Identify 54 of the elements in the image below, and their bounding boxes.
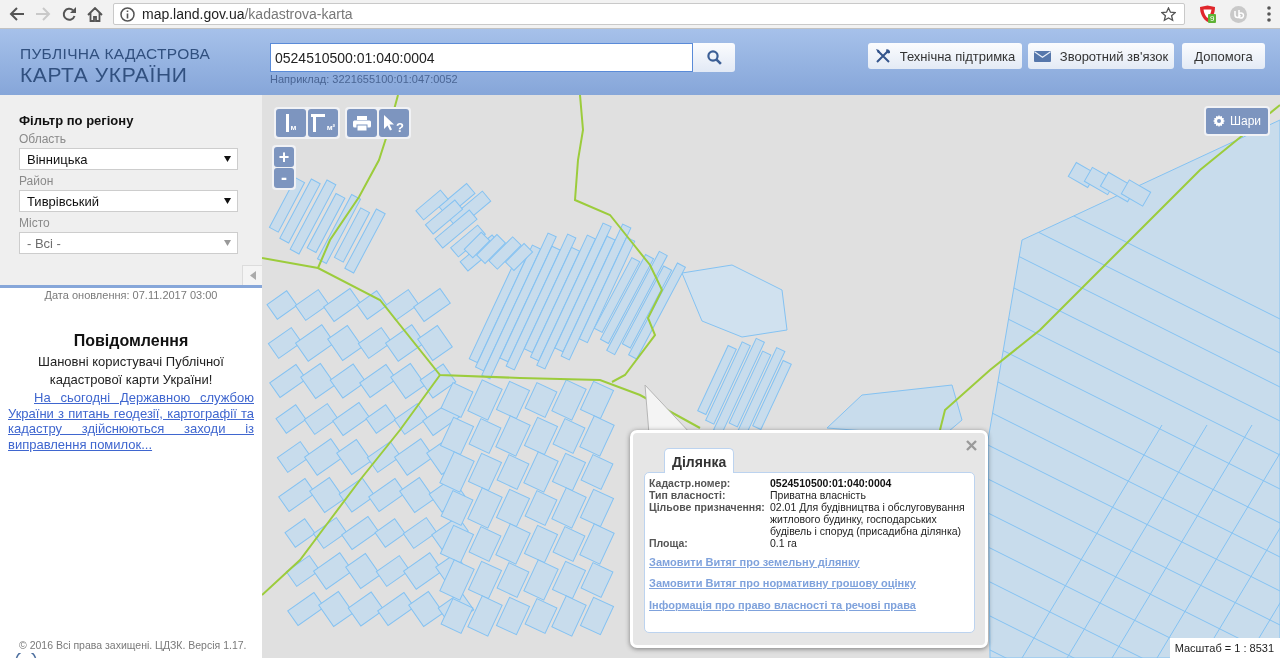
region-select[interactable]: Вінницька: [19, 148, 238, 170]
search-hint: Наприклад: 3221655100:01:047:0052: [270, 73, 459, 86]
back-arrow-icon: [9, 7, 25, 21]
help-button[interactable]: Допомога: [1182, 43, 1265, 69]
reload-icon: [61, 6, 77, 22]
parcel-attribute: Площа: 0.1 га: [649, 537, 798, 549]
t-bar-icon: [310, 114, 325, 132]
region-select[interactable]: Тиврівський: [19, 190, 238, 212]
parcel-attribute: Тип власності: Приватна власність: [649, 489, 867, 501]
url-text: map.land.gov.ua/kadastrova-karta: [142, 6, 353, 22]
zoom-in-button[interactable]: +: [274, 147, 294, 167]
parcel-attribute: Цільове призначення: 02.01 Для будівництва і обслуговування житлового будинку, господарських будівель і споруд (присадибна ділянка): [649, 501, 966, 537]
caret-down-icon: [224, 240, 231, 246]
feedback-button[interactable]: Зворотний зв'язок: [1028, 43, 1174, 69]
layers-button[interactable]: Шари: [1204, 106, 1270, 136]
info-icon: [120, 6, 135, 22]
envelope-icon: [1033, 50, 1051, 62]
copyright-text: © 2016 Всі права захищені. ЦДЗК. Версія 1.17.: [18, 639, 248, 652]
print-button[interactable]: [347, 109, 377, 137]
popup-tab[interactable]: Ділянка: [664, 448, 735, 473]
crossed-tools-icon: [874, 48, 891, 64]
notice-title: Повідомлення: [72, 331, 190, 351]
parcel-attribute: Кадастр.номер: 0524510500:01:040:0004: [649, 477, 893, 489]
caret-left-icon: [249, 271, 256, 280]
search-button[interactable]: [693, 43, 735, 72]
printer-icon: [353, 115, 371, 131]
zoom-out-button[interactable]: -: [274, 168, 294, 188]
caret-down-icon: [224, 156, 231, 162]
measure-distance-button[interactable]: м: [276, 109, 306, 137]
site-title: КАРТА УКРАЇНИ: [20, 63, 189, 87]
cursor-icon: [384, 115, 394, 131]
search-icon: [706, 50, 722, 65]
site-title: ПУБЛІЧНА КАДАСТРОВА: [20, 45, 212, 63]
menu-icon[interactable]: [1267, 6, 1271, 22]
support-button[interactable]: Технічна підтримка: [868, 43, 1022, 69]
address-bar[interactable]: map.land.gov.ua/kadastrova-karta: [113, 3, 1185, 25]
vertical-bar-icon: [285, 114, 289, 132]
measure-area-button[interactable]: м²: [308, 109, 338, 137]
notice-greeting: Шановні користувачі Публічної кадастрової карти України!: [37, 353, 225, 389]
field-label: Область: [19, 132, 68, 147]
gear-icon: [1212, 115, 1225, 127]
scale-label: Масштаб = 1 : 8531: [1169, 638, 1280, 658]
search-field[interactable]: 0524510500:01:040:0004: [270, 43, 693, 72]
update-date: Дата оновлення: 07.11.2017 03:00: [43, 289, 219, 302]
identify-button[interactable]: ?: [379, 109, 409, 137]
star-icon[interactable]: [1161, 6, 1176, 22]
caret-down-icon: [224, 198, 231, 204]
home-icon: [87, 6, 103, 22]
field-label: Місто: [19, 216, 51, 231]
forward-arrow-icon: [35, 7, 51, 21]
notice-link[interactable]: На сьогодні Державною службою України з питань геодезії, картографії та кадастру здійснюються заходи із виправлення помилок...: [8, 390, 254, 452]
count-badge: 9: [1208, 14, 1217, 23]
field-label: Район: [19, 174, 55, 189]
filter-title: Фільтр по регіону: [19, 113, 135, 129]
